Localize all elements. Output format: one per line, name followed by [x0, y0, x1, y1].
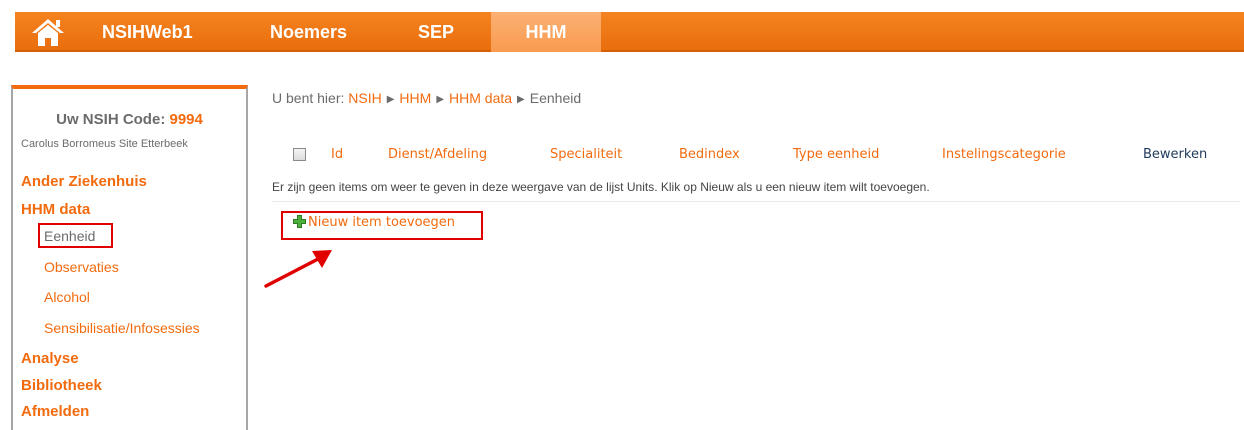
annotation-arrow-icon [264, 250, 332, 288]
eenheid-highlight-box [38, 223, 113, 248]
nav-item-nsihweb1[interactable]: NSIHWeb1 [102, 12, 193, 52]
list-header: Id Dienst/Afdeling Specialiteit Bedindex… [285, 146, 1240, 166]
nsih-code-value: 9994 [169, 111, 203, 128]
column-header-specialiteit[interactable]: Specialiteit [550, 147, 622, 162]
home-icon[interactable] [30, 17, 66, 47]
breadcrumb-nsih[interactable]: NSIH [348, 90, 381, 106]
column-header-dienst-afdeling[interactable]: Dienst/Afdeling [388, 147, 487, 162]
breadcrumb-separator-icon: ▶ [386, 94, 395, 105]
breadcrumb-hhm-data[interactable]: HHM data [449, 90, 512, 106]
breadcrumb-separator-icon: ▶ [517, 94, 525, 105]
list-divider [272, 201, 1240, 202]
nav-item-hhm[interactable]: HHM [491, 12, 601, 52]
column-header-id[interactable]: Id [331, 147, 343, 162]
breadcrumb: U bent hier: NSIH ▶ HHM ▶ HHM data ▶ Eenheid [272, 90, 581, 106]
breadcrumb-current: Eenheid [529, 90, 582, 106]
breadcrumb-prefix: U bent hier: [272, 90, 345, 106]
nsih-code-label: Uw NSIH Code: [56, 111, 166, 128]
new-item-highlight-box [281, 211, 483, 240]
top-navigation-bar: NSIHWeb1 Noemers SEP HHM [15, 12, 1244, 52]
column-header-type-eenheid[interactable]: Type eenheid [793, 147, 879, 162]
nav-item-sep[interactable]: SEP [418, 12, 454, 52]
select-all-checkbox[interactable] [293, 148, 306, 161]
left-sidebar: Uw NSIH Code: 9994 Carolus Borromeus Sit… [11, 85, 248, 430]
sidebar-item-afmelden[interactable]: Afmelden [21, 403, 89, 420]
breadcrumb-hhm[interactable]: HHM [399, 90, 431, 106]
sidebar-item-sensibilisatie[interactable]: Sensibilisatie/Infosessies [44, 320, 200, 336]
sidebar-item-ander-ziekenhuis[interactable]: Ander Ziekenhuis [21, 173, 147, 190]
nav-item-noemers[interactable]: Noemers [270, 12, 347, 52]
sidebar-item-observaties[interactable]: Observaties [44, 259, 119, 275]
breadcrumb-separator-icon: ▶ [436, 94, 445, 105]
empty-list-message: Er zijn geen items om weer te geven in d… [272, 180, 930, 194]
sidebar-item-hhm-data[interactable]: HHM data [21, 201, 90, 218]
site-name: Carolus Borromeus Site Etterbeek [21, 138, 188, 150]
column-header-bewerken: Bewerken [1143, 147, 1208, 162]
column-header-instelingscategorie[interactable]: Instelingscategorie [942, 147, 1066, 162]
sidebar-item-analyse[interactable]: Analyse [21, 350, 79, 367]
nsih-code: Uw NSIH Code: 9994 [13, 111, 246, 128]
column-header-bedindex[interactable]: Bedindex [679, 147, 740, 162]
sidebar-item-alcohol[interactable]: Alcohol [44, 289, 90, 305]
sidebar-item-bibliotheek[interactable]: Bibliotheek [21, 377, 102, 394]
